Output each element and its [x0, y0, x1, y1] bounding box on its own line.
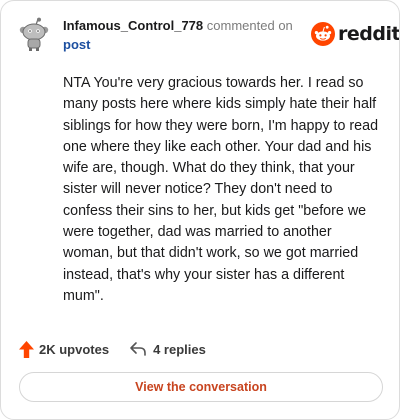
reddit-snoo-logo-icon — [311, 22, 335, 46]
comment-actions: 2K upvotes 4 replies — [19, 339, 206, 359]
post-link[interactable]: post — [63, 37, 90, 52]
upvote-count: 2K upvotes — [39, 341, 110, 357]
view-conversation-label: View the conversation — [135, 380, 267, 394]
view-conversation-button[interactable]: View the conversation — [19, 372, 383, 402]
replies-count: 4 replies — [153, 341, 206, 357]
comment-header: Infamous_Control_778 commented on post — [63, 16, 303, 54]
comment-card: Infamous_Control_778 commented on post r… — [0, 0, 400, 420]
snoo-avatar-icon[interactable] — [17, 17, 51, 51]
upvote-button[interactable]: 2K upvotes — [19, 340, 110, 358]
replies-button[interactable]: 4 replies — [129, 341, 206, 357]
comment-body: NTA You're very gracious towards her. I … — [63, 75, 379, 304]
commented-on-text: commented on — [206, 18, 293, 33]
username-link[interactable]: Infamous_Control_778 — [63, 18, 203, 33]
reddit-wordmark: reddit — [338, 23, 400, 45]
reddit-logo[interactable]: reddit — [311, 21, 400, 47]
upvote-arrow-icon — [19, 340, 34, 358]
reply-arrow-icon — [130, 342, 146, 356]
